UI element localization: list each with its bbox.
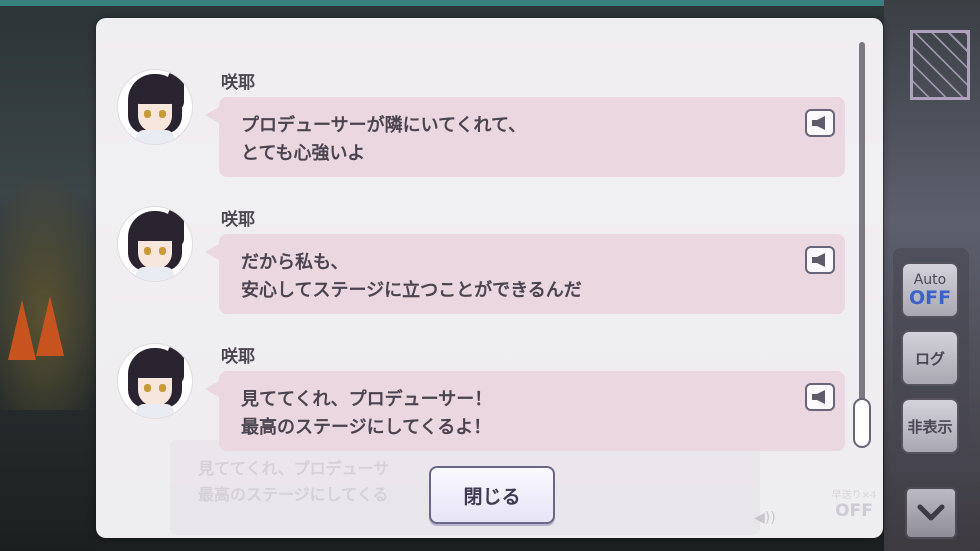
log-scrollbar-track[interactable]: [859, 42, 865, 447]
speaker-name: 咲耶: [221, 73, 255, 93]
voice-play-button[interactable]: [805, 109, 835, 137]
dialogue-line: 安心してステージに立つことができるんだ: [241, 280, 582, 301]
dialogue-line: とても心強いよ: [241, 143, 366, 164]
traffic-cone: [36, 296, 64, 356]
log-label: ログ: [914, 349, 945, 368]
auto-state: OFF: [908, 286, 952, 309]
chevron-down-icon: [917, 504, 945, 521]
background-message-line: 最高のステージにしてくる: [198, 485, 389, 504]
speaker-avatar: [118, 70, 192, 144]
speed-state: OFF: [835, 501, 873, 521]
dialogue-line: 最高のステージにしてくるよ！: [241, 417, 492, 438]
stage-light-strip: [0, 0, 980, 6]
speaker-name: 咲耶: [221, 347, 255, 367]
dialogue-line: プロデューサーが隣にいてくれて、: [241, 115, 527, 136]
hide-button[interactable]: 非表示: [901, 398, 959, 454]
voice-play-button[interactable]: [805, 246, 835, 274]
scroll-down-button[interactable]: [905, 487, 957, 539]
dialogue-bubble: プロデューサーが隣にいてくれて、 とても心強いよ: [205, 97, 845, 177]
speaker-icon: [812, 390, 825, 404]
auto-button[interactable]: Auto OFF: [901, 262, 959, 318]
background-speed-button: 早送り×4 OFF: [826, 486, 882, 536]
speed-label: 早送り×4: [831, 490, 877, 501]
dialogue-bubble: 見ててくれ、プロデューサー！ 最高のステージにしてくるよ！: [205, 371, 845, 451]
auto-label: Auto: [913, 271, 947, 288]
log-button[interactable]: ログ: [901, 330, 959, 386]
volume-icon: ◀)): [754, 510, 776, 526]
stage-truss: [910, 30, 970, 100]
speaker-avatar: [118, 207, 192, 281]
dialogue-line: 見ててくれ、プロデューサー！: [241, 389, 493, 410]
speaker-icon: [812, 116, 825, 130]
speaker-icon: [812, 253, 825, 267]
traffic-cone: [8, 300, 36, 360]
log-scrollbar-thumb[interactable]: [853, 398, 871, 448]
log-entry: 咲耶 プロデューサーが隣にいてくれて、 とても心強いよ: [118, 70, 848, 190]
close-button[interactable]: 閉じる: [429, 466, 555, 524]
speaker-name: 咲耶: [221, 210, 255, 230]
dialogue-line: だから私も、: [241, 252, 349, 273]
stage-glow: [0, 170, 110, 410]
log-entry: 咲耶 見ててくれ、プロデューサー！ 最高のステージにしてくるよ！: [118, 344, 848, 464]
speaker-avatar: [118, 344, 192, 418]
hide-label: 非表示: [907, 417, 953, 436]
log-entry: 咲耶 だから私も、 安心してステージに立つことができるんだ: [118, 207, 848, 327]
dialogue-bubble: だから私も、 安心してステージに立つことができるんだ: [205, 234, 845, 314]
voice-play-button[interactable]: [805, 383, 835, 411]
